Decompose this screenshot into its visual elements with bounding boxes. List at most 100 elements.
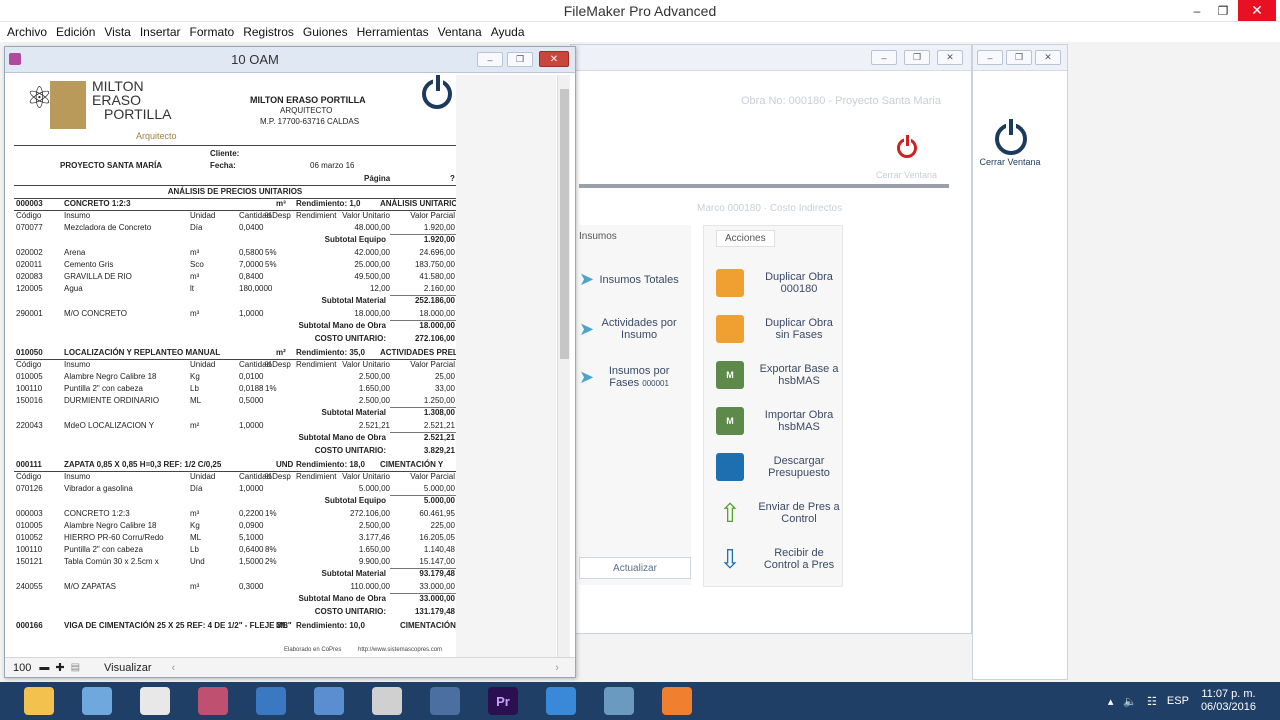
menu-registros[interactable]: Registros	[239, 25, 298, 39]
table-cell: 225,00	[430, 521, 455, 530]
app-icon[interactable]	[652, 683, 702, 719]
premiere-icon[interactable]: Pr	[478, 683, 528, 719]
back-window-titlebar: – ❐ ✕	[571, 45, 971, 71]
app-icon[interactable]	[188, 683, 238, 719]
close-window-label[interactable]: Cerrar Ventana	[973, 157, 1047, 167]
mas-icon: M	[716, 361, 744, 389]
actividades-label: Actividades por Insumo	[601, 317, 677, 341]
report-window-titlebar: 10 OAM – ❐ ✕	[5, 47, 575, 73]
close-button[interactable]: ✕	[937, 50, 963, 65]
minimize-button[interactable]: –	[977, 50, 1003, 65]
menu-ventana[interactable]: Ventana	[434, 25, 486, 39]
subtotal-value: 252.186,00	[414, 296, 455, 305]
tab-acciones[interactable]: Acciones	[716, 230, 775, 247]
menu-herramientas[interactable]: Herramientas	[353, 25, 433, 39]
actualizar-button[interactable]: Actualizar	[579, 557, 691, 579]
recibir-button[interactable]: ⇩ Recibir de Control a Pres	[704, 536, 844, 582]
duplicar-sin-fases-button[interactable]: Duplicar Obra sin Fases	[704, 306, 844, 352]
table-cell: 070126	[16, 484, 43, 493]
lang-indicator[interactable]: ESP	[1167, 695, 1189, 707]
insumos-por-fases-button[interactable]: ➤ Insumos por Fases 000001	[579, 365, 684, 390]
video-icon[interactable]	[420, 683, 470, 719]
report-page: ⚛ MILTON ERASO PORTILLA Arquitecto MILTO…	[14, 75, 456, 657]
clock[interactable]: 11:07 p. m. 06/03/2016	[1201, 688, 1256, 714]
tab-insumos[interactable]: Insumos	[579, 231, 617, 242]
power-icon[interactable]	[422, 75, 452, 109]
menu-guiones[interactable]: Guiones	[299, 25, 352, 39]
table-cell: 5%	[265, 248, 277, 257]
project-name: PROYECTO SANTA MARÍA	[60, 161, 163, 170]
column-header: Insumo	[64, 360, 91, 369]
zoom-level[interactable]: 100	[13, 662, 31, 674]
menu-edicion[interactable]: Edición	[52, 25, 99, 39]
table-cell: HIERRO PR-60 Corru/Redo	[64, 533, 164, 542]
table-cell: 1.650,00	[358, 545, 390, 554]
restore-button[interactable]: ❐	[1006, 50, 1032, 65]
app-icon[interactable]	[246, 683, 296, 719]
scroll-thumb[interactable]	[560, 89, 569, 359]
scroll-right-icon[interactable]: ›	[555, 662, 559, 674]
power-icon[interactable]	[897, 135, 917, 158]
logo: ⚛ MILTON ERASO PORTILLA Arquitecto	[18, 77, 186, 141]
table-cell: Tabla Común 30 x 2.5cm x	[64, 557, 159, 566]
zoom-out-icon[interactable]: ▬	[39, 662, 49, 673]
chrome-icon[interactable]	[130, 683, 180, 719]
zoom-in-icon[interactable]: ✚	[55, 661, 64, 674]
close-button[interactable]: ✕	[539, 51, 569, 67]
enviar-button[interactable]: ⇧ Enviar de Pres a Control	[704, 490, 844, 536]
itunes-icon[interactable]	[362, 683, 412, 719]
column-header: %Desp	[265, 472, 291, 481]
subtotal-value: 18.000,00	[419, 321, 455, 330]
minimize-button[interactable]: –	[871, 50, 897, 65]
subtotal-label: Subtotal Equipo	[324, 496, 386, 505]
menu-vista[interactable]: Vista	[100, 25, 134, 39]
column-header: Insumo	[64, 211, 91, 220]
menu-ayuda[interactable]: Ayuda	[487, 25, 529, 39]
menu-formato[interactable]: Formato	[186, 25, 239, 39]
table-cell: 183.750,00	[414, 260, 455, 269]
calculator-icon[interactable]	[72, 683, 122, 719]
descargar-button[interactable]: Descargar Presupuesto	[704, 444, 844, 490]
status-toolbar-icon[interactable]: ▤	[71, 662, 80, 673]
scroll-left-icon[interactable]: ‹	[172, 662, 176, 674]
app-icon[interactable]	[304, 683, 354, 719]
table-cell: 1.250,00	[423, 396, 455, 405]
menu-insertar[interactable]: Insertar	[136, 25, 185, 39]
subtotal-value: 1.308,00	[423, 408, 455, 417]
column-header: Valor Parcial	[410, 211, 455, 220]
video-icon-glyph	[430, 687, 460, 715]
restore-button[interactable]: ❐	[1208, 0, 1238, 21]
app-icon[interactable]	[536, 683, 586, 719]
restore-button[interactable]: ❐	[904, 50, 930, 65]
close-button[interactable]: ✕	[1238, 0, 1276, 21]
subtotal-value: 5.000,00	[423, 496, 455, 505]
explorer-icon[interactable]	[14, 683, 64, 719]
table-cell: Mezcladora de Concreto	[64, 223, 152, 232]
duplicar-obra-button[interactable]: Duplicar Obra 000180	[704, 260, 844, 306]
insumos-totales-button[interactable]: ➤ Insumos Totales	[579, 269, 684, 290]
mode-label[interactable]: Visualizar	[104, 662, 152, 674]
subtotal-line	[390, 407, 456, 408]
table-cell: DURMIENTE ORDINARIO	[64, 396, 160, 405]
activity-cap: ACTIVIDADES PRELIMINARES	[380, 348, 456, 357]
column-header: Unidad	[190, 472, 216, 481]
network-icon[interactable]: ☷	[1147, 695, 1157, 708]
activity-unit: m²	[276, 348, 286, 357]
calculator-icon-glyph	[82, 687, 112, 715]
column-header: Insumo	[64, 472, 91, 481]
column-header: %Desp	[265, 211, 291, 220]
actividades-por-insumo-button[interactable]: ➤ Actividades por Insumo	[579, 317, 684, 341]
activity-code: 000003	[16, 199, 43, 208]
speaker-icon[interactable]: 🔈	[1123, 695, 1137, 708]
report-window-title: 10 OAM	[231, 52, 279, 67]
tray-chevron-icon[interactable]: ▴	[1108, 695, 1114, 708]
exportar-button[interactable]: M Exportar Base a hsbMAS	[704, 352, 844, 398]
close-button[interactable]: ✕	[1035, 50, 1061, 65]
minimize-button[interactable]: –	[477, 52, 503, 67]
app-icon[interactable]	[594, 683, 644, 719]
menu-archivo[interactable]: Archivo	[3, 25, 51, 39]
restore-button[interactable]: ❐	[507, 52, 533, 67]
power-icon[interactable]	[995, 119, 1027, 155]
importar-button[interactable]: M Importar Obra hsbMAS	[704, 398, 844, 444]
vertical-scrollbar[interactable]	[557, 75, 570, 657]
